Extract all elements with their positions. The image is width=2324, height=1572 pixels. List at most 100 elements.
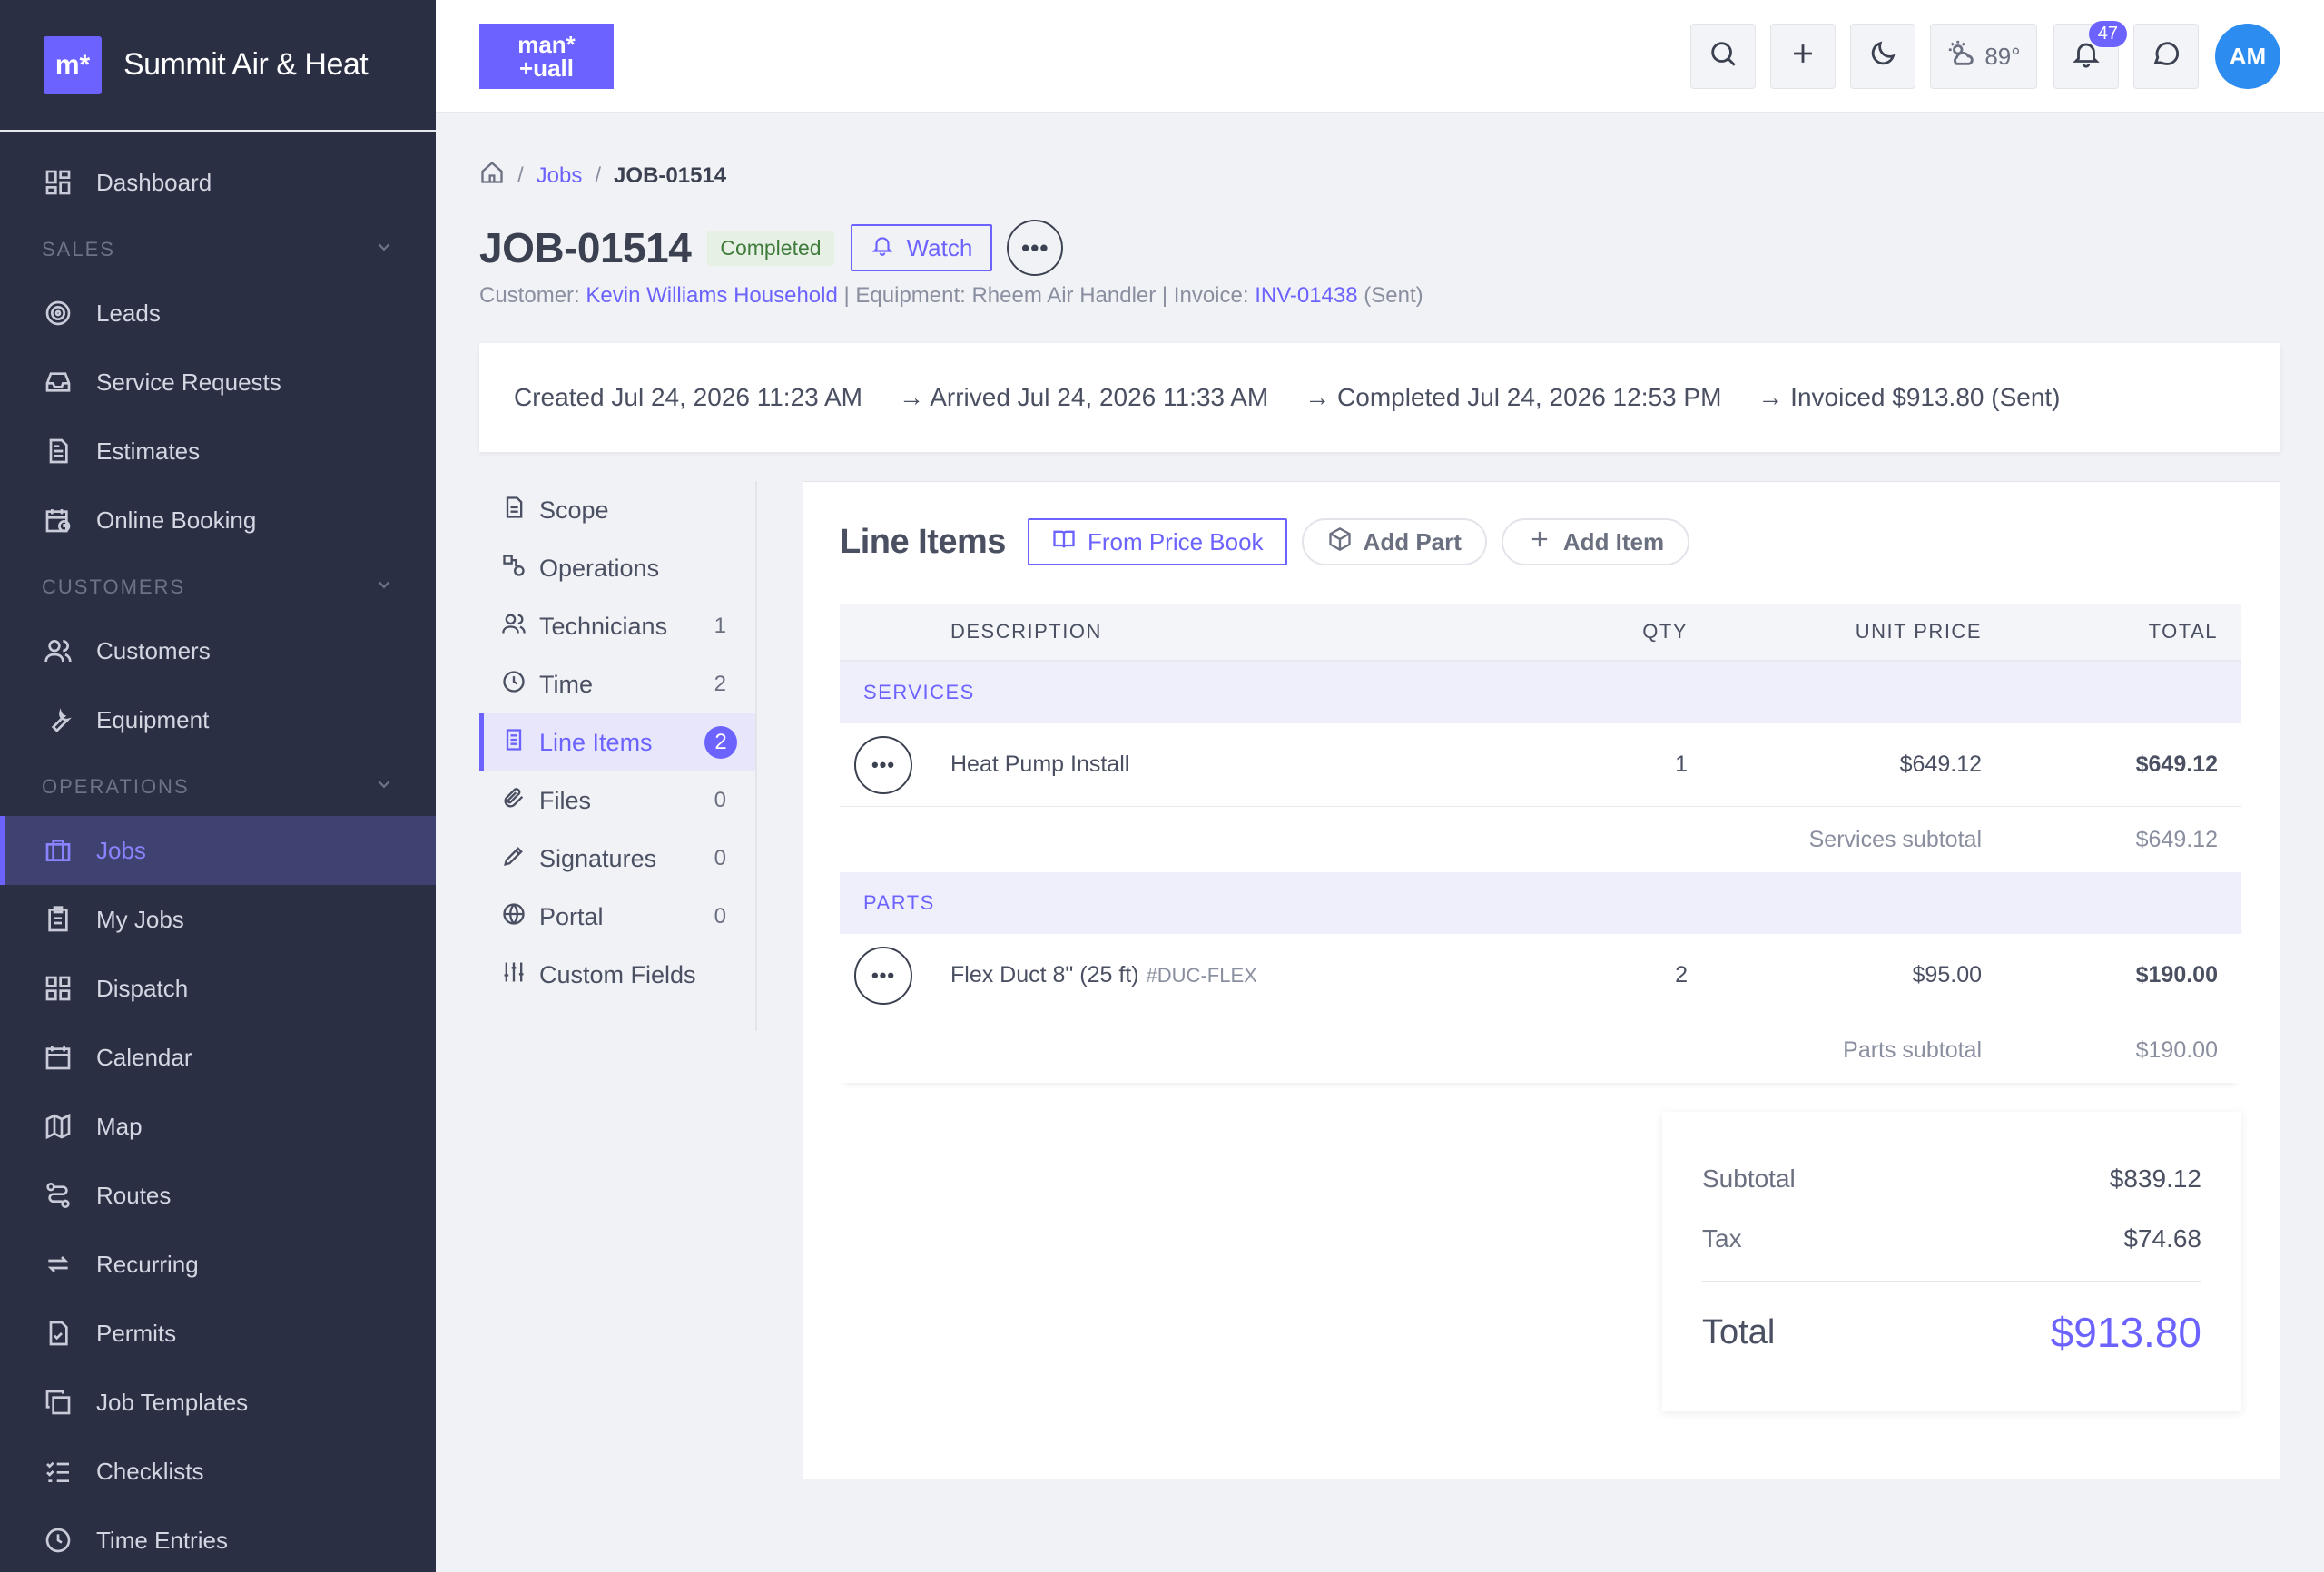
partly-cloudy-icon — [1946, 38, 1977, 75]
totals-panel: Subtotal $839.12 Tax $74.68 Total $913.8… — [1662, 1112, 2241, 1411]
sidebar-item-routes[interactable]: Routes — [0, 1161, 436, 1230]
section-label: CUSTOMERS — [42, 575, 186, 598]
watch-button[interactable]: Watch — [850, 224, 993, 271]
search-button[interactable] — [1690, 24, 1756, 89]
add-button[interactable] — [1770, 24, 1836, 89]
group-parts: PARTS — [840, 872, 2241, 934]
group-label: SERVICES — [863, 681, 975, 703]
breadcrumb-jobs-link[interactable]: Jobs — [537, 163, 583, 189]
tab-portal[interactable]: Portal 0 — [479, 888, 755, 946]
sidebar-item-customers[interactable]: Customers — [0, 616, 436, 685]
clock-icon — [42, 1524, 74, 1557]
sidebar-item-job-templates[interactable]: Job Templates — [0, 1368, 436, 1437]
breadcrumb-separator: / — [595, 162, 602, 188]
tab-count: 1 — [714, 614, 726, 638]
line-items-header: Line Items From Price Book Add Part Add … — [840, 518, 1704, 565]
tab-custom-fields[interactable]: Custom Fields — [479, 946, 755, 1004]
sidebar-item-permits[interactable]: Permits — [0, 1299, 436, 1368]
notification-count-badge: 47 — [2088, 21, 2127, 47]
calendar-clock-icon — [42, 504, 74, 536]
column-unit-price: UNIT PRICE — [1855, 620, 1982, 643]
sidebar-item-dispatch[interactable]: Dispatch — [0, 954, 436, 1023]
subtotal-label: Subtotal — [1702, 1164, 1796, 1193]
sidebar-item-checklists[interactable]: Checklists — [0, 1437, 436, 1506]
sidebar-item-my-jobs[interactable]: My Jobs — [0, 885, 436, 954]
row-actions-button[interactable]: ••• — [854, 947, 912, 1005]
tab-signatures[interactable]: Signatures 0 — [479, 830, 755, 888]
brand[interactable]: m* Summit Air & Heat — [0, 0, 436, 132]
services-subtotal-row: Services subtotal $649.12 — [840, 807, 2241, 872]
chevron-down-icon — [374, 575, 394, 600]
repeat-icon — [42, 1248, 74, 1281]
sidebar-item-dashboard[interactable]: Dashboard — [0, 148, 436, 217]
tab-scope[interactable]: Scope — [479, 481, 755, 539]
breadcrumb-separator: / — [517, 162, 524, 188]
more-actions-button[interactable]: ••• — [1007, 220, 1064, 276]
tab-technicians[interactable]: Technicians 1 — [479, 597, 755, 655]
tab-files[interactable]: Files 0 — [479, 771, 755, 830]
sidebar-item-label: Equipment — [96, 705, 210, 733]
sidebar-item-label: Checklists — [96, 1457, 204, 1485]
section-sales[interactable]: SALES — [0, 221, 436, 279]
file-check-icon — [42, 1317, 74, 1350]
row-actions-button[interactable]: ••• — [854, 736, 912, 794]
dashboard-icon — [42, 166, 74, 199]
tab-operations[interactable]: Operations — [479, 539, 755, 597]
tab-time[interactable]: Time 2 — [479, 655, 755, 713]
sidebar-item-map[interactable]: Map — [0, 1092, 436, 1161]
document-icon — [501, 495, 539, 526]
sidebar-item-label: Calendar — [96, 1043, 192, 1071]
sidebar-item-equipment[interactable]: Equipment — [0, 685, 436, 754]
users-icon — [42, 634, 74, 667]
add-item-button[interactable]: Add Item — [1501, 518, 1690, 565]
sidebar-item-label: Leads — [96, 299, 161, 327]
sidebar-item-jobs[interactable]: Jobs — [0, 816, 436, 885]
timeline-arrived: → Arrived Jul 24, 2026 11:33 AM — [898, 383, 1269, 411]
copy-icon — [42, 1386, 74, 1419]
row-qty: 2 — [1675, 962, 1688, 987]
from-price-book-button[interactable]: From Price Book — [1027, 518, 1287, 565]
sidebar-item-online-booking[interactable]: Online Booking — [0, 486, 436, 555]
sidebar-item-time-entries[interactable]: Time Entries — [0, 1506, 436, 1572]
row-unit-price: $95.00 — [1912, 962, 1982, 987]
clock-icon — [501, 669, 539, 701]
sidebar-item-leads[interactable]: Leads — [0, 279, 436, 348]
home-icon[interactable] — [479, 160, 505, 192]
chat-bubble-icon — [2151, 38, 2181, 75]
sidebar-item-calendar[interactable]: Calendar — [0, 1023, 436, 1092]
tax-row: Tax $74.68 — [1702, 1224, 2201, 1253]
sidebar-item-estimates[interactable]: Estimates — [0, 417, 436, 486]
brand-logo: m* — [44, 35, 102, 94]
sidebar-item-label: Recurring — [96, 1250, 199, 1278]
notifications-button[interactable]: 47 — [2053, 21, 2127, 89]
add-part-button[interactable]: Add Part — [1301, 518, 1487, 565]
list-icon — [501, 727, 539, 759]
sidebar-item-label: Time Entries — [96, 1526, 228, 1554]
row-description: Heat Pump Install — [950, 723, 1137, 806]
sidebar-item-label: Dashboard — [96, 168, 212, 196]
invoice-link[interactable]: INV-01438 — [1255, 283, 1357, 308]
tab-label: Files — [539, 786, 592, 814]
app-logo[interactable]: man* +uall — [479, 24, 614, 89]
equipment-text: | Equipment: Rheem Air Handler | Invoice… — [843, 283, 1249, 308]
sidebar-item-label: Online Booking — [96, 506, 257, 534]
section-customers[interactable]: CUSTOMERS — [0, 558, 436, 616]
briefcase-icon — [42, 834, 74, 867]
section-operations[interactable]: OPERATIONS — [0, 758, 436, 816]
sidebar-item-recurring[interactable]: Recurring — [0, 1230, 436, 1299]
grid-icon — [42, 972, 74, 1005]
chevron-down-icon — [374, 237, 394, 262]
button-label: From Price Book — [1087, 527, 1264, 555]
sidebar-item-service-requests[interactable]: Service Requests — [0, 348, 436, 417]
weather-temperature: 89° — [1984, 42, 2021, 70]
weather-widget[interactable]: 89° — [1930, 24, 2037, 89]
tab-line-items[interactable]: Line Items 2 — [479, 713, 755, 771]
user-avatar[interactable]: AM — [2215, 24, 2280, 89]
app-logo-line2: +uall — [519, 54, 574, 82]
messages-button[interactable] — [2133, 24, 2199, 89]
dark-mode-toggle[interactable] — [1850, 24, 1915, 89]
sliders-icon — [501, 959, 539, 991]
customer-link[interactable]: Kevin Williams Household — [586, 283, 837, 308]
bell-icon — [871, 233, 907, 263]
subtotal-label: Parts subtotal — [1843, 1037, 1982, 1063]
